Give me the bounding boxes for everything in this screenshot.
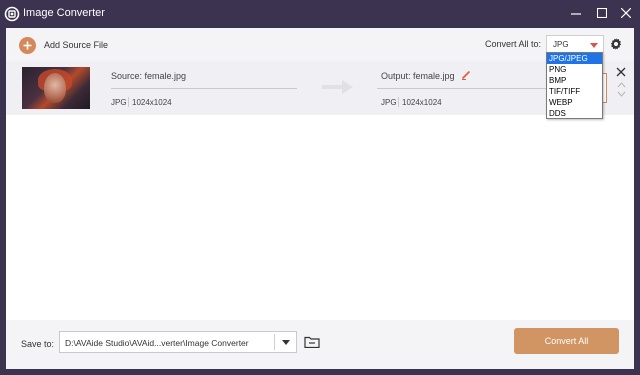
path-divider [274, 334, 275, 350]
output-separator [398, 97, 399, 107]
gear-icon[interactable] [609, 37, 623, 51]
dropdown-arrow-icon[interactable] [282, 340, 290, 345]
output-filename: Output: female.jpg [381, 71, 455, 81]
maximize-button[interactable] [595, 6, 609, 20]
convert-all-format-value: JPG [553, 40, 569, 49]
main-panel: Add Source File Convert All to: JPG Sour… [6, 28, 634, 369]
format-option-jpg-jpeg[interactable]: JPG/JPEG [547, 53, 602, 64]
minimize-icon [571, 13, 581, 15]
image-thumbnail [22, 67, 90, 109]
format-option-dds[interactable]: DDS [547, 108, 602, 119]
title-bar: Image Converter [0, 0, 640, 28]
source-format: JPG [111, 98, 127, 107]
convert-all-button[interactable]: Convert All [514, 328, 619, 354]
format-option-webp[interactable]: WEBP [547, 97, 602, 108]
bottom-bar: Save to: D:\AVAide Studio\AVAid...verter… [6, 320, 634, 369]
convert-all-format-select[interactable]: JPG [546, 35, 604, 53]
plus-icon [19, 36, 36, 54]
format-option-tif-tiff[interactable]: TIF/TIFF [547, 86, 602, 97]
source-divider [111, 88, 297, 89]
avaide-logo-icon [4, 6, 20, 22]
chevron-down-icon[interactable] [617, 91, 626, 97]
window-title: Image Converter [23, 7, 105, 19]
source-filename: Source: female.jpg [111, 71, 187, 81]
close-icon[interactable] [616, 67, 626, 77]
toolbar: Add Source File Convert All to: JPG [6, 28, 634, 61]
add-source-file-button[interactable]: Add Source File [19, 35, 108, 55]
add-source-file-label: Add Source File [44, 40, 109, 50]
edit-icon[interactable] [461, 70, 471, 80]
close-icon [621, 8, 631, 18]
format-option-png[interactable]: PNG [547, 64, 602, 75]
save-to-label: Save to: [21, 339, 55, 349]
format-dropdown-list: JPG/JPEG PNG BMP TIF/TIFF WEBP DDS [546, 52, 603, 119]
save-path-value: D:\AVAide Studio\AVAid...verter\Image Co… [65, 338, 249, 348]
output-dimensions: 1024x1024 [402, 98, 442, 107]
convert-all-to-label: Convert All to: [485, 39, 542, 49]
output-divider [377, 88, 549, 89]
source-dimensions: 1024x1024 [132, 98, 172, 107]
maximize-icon [597, 8, 607, 18]
source-separator [128, 97, 129, 107]
format-option-bmp[interactable]: BMP [547, 75, 602, 86]
chevron-up-icon[interactable] [617, 82, 626, 88]
app-window: Image Converter Add Source File Convert … [0, 0, 640, 375]
close-window-button[interactable] [619, 6, 633, 20]
arrow-right-icon [322, 80, 353, 94]
minimize-button[interactable] [569, 6, 583, 20]
file-row: Source: female.jpg JPG 1024x1024 Output:… [6, 61, 634, 115]
output-format: JPG [381, 98, 397, 107]
dropdown-arrow-icon [590, 43, 598, 48]
folder-icon[interactable] [304, 336, 320, 348]
save-path-select[interactable]: D:\AVAide Studio\AVAid...verter\Image Co… [59, 331, 297, 353]
